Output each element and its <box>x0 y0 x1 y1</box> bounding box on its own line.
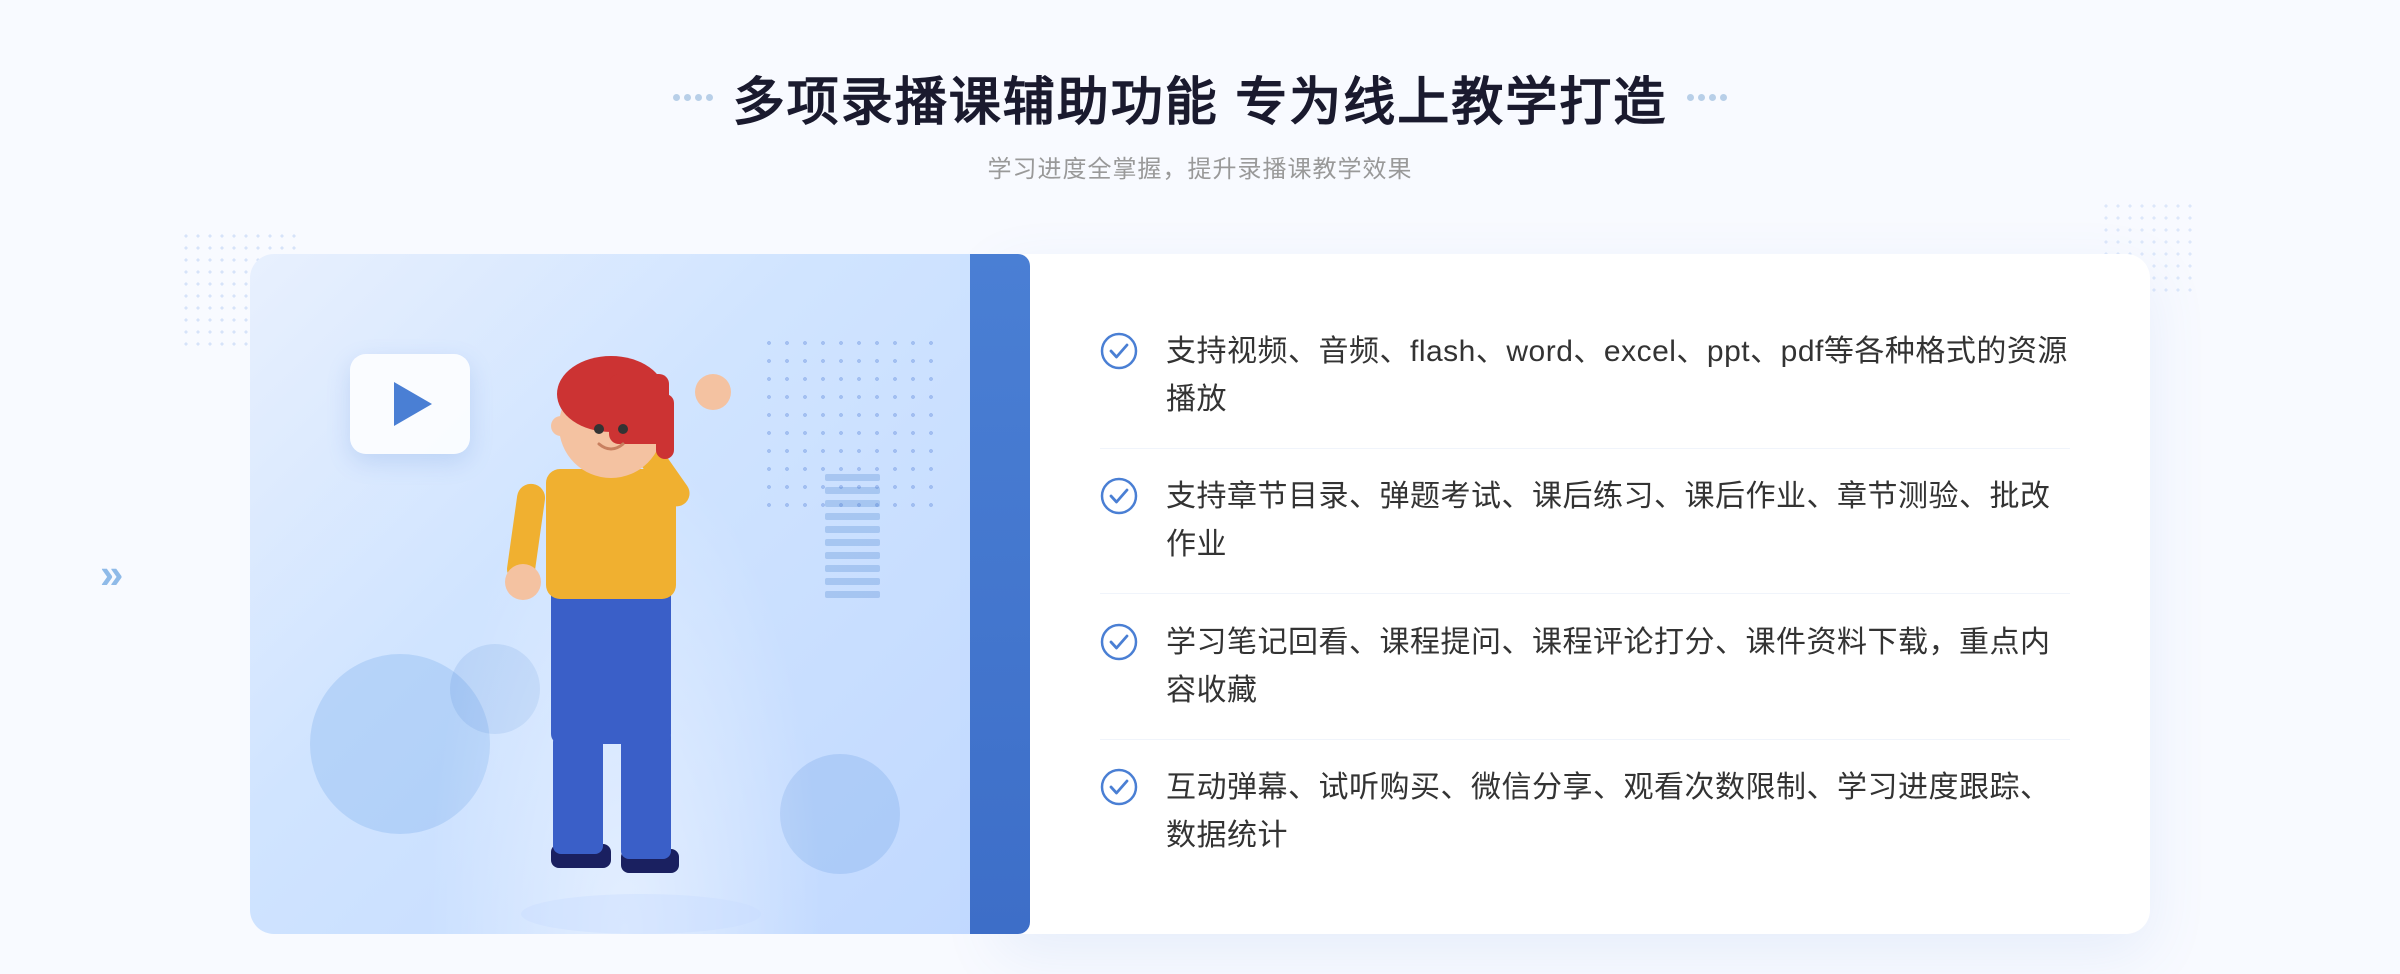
feature-text-2: 支持章节目录、弹题考试、课后练习、课后作业、章节测验、批改作业 <box>1166 473 2070 569</box>
check-circle-icon-4 <box>1100 768 1138 806</box>
feature-item-2: 支持章节目录、弹题考试、课后练习、课后作业、章节测验、批改作业 <box>1100 449 2070 594</box>
title-deco-dots-left <box>673 94 713 101</box>
feature-text-4: 互动弹幕、试听购买、微信分享、观看次数限制、学习进度跟踪、数据统计 <box>1166 764 2070 860</box>
feature-item-1: 支持视频、音频、flash、word、excel、ppt、pdf等各种格式的资源… <box>1100 304 2070 449</box>
page-container: 多项录播课辅助功能 专为线上教学打造 学习进度全掌握，提升录播课教学效果 <box>0 0 2400 974</box>
check-circle-icon-3 <box>1100 623 1138 661</box>
feature-item-4: 互动弹幕、试听购买、微信分享、观看次数限制、学习进度跟踪、数据统计 <box>1100 740 2070 884</box>
dot-1 <box>673 94 680 101</box>
play-icon <box>394 382 432 426</box>
illustration-area <box>250 254 1000 934</box>
feature-text-3: 学习笔记回看、课程提问、课程评论打分、课件资料下载，重点内容收藏 <box>1166 619 2070 715</box>
title-decoration: 多项录播课辅助功能 专为线上教学打造 <box>673 60 1727 135</box>
check-circle-icon-2 <box>1100 477 1138 515</box>
dot-7 <box>1709 94 1716 101</box>
blue-vertical-bar <box>970 254 1030 934</box>
subtitle: 学习进度全掌握，提升录播课教学效果 <box>673 149 1727 184</box>
dot-3 <box>695 94 702 101</box>
figure-container <box>481 354 801 934</box>
chevron-left-decoration <box>100 550 123 598</box>
stripes-block <box>825 474 880 574</box>
title-deco-dots-right <box>1687 94 1727 101</box>
person-svg <box>481 354 801 934</box>
feature-item-3: 学习笔记回看、课程提问、课程评论打分、课件资料下载，重点内容收藏 <box>1100 595 2070 740</box>
content-area: 支持视频、音频、flash、word、excel、ppt、pdf等各种格式的资源… <box>250 254 2150 934</box>
dot-4 <box>706 94 713 101</box>
dot-8 <box>1720 94 1727 101</box>
dot-5 <box>1687 94 1694 101</box>
dot-2 <box>684 94 691 101</box>
title-section: 多项录播课辅助功能 专为线上教学打造 学习进度全掌握，提升录播课教学效果 <box>673 60 1727 184</box>
play-bubble <box>350 354 470 454</box>
feature-text-1: 支持视频、音频、flash、word、excel、ppt、pdf等各种格式的资源… <box>1166 328 2070 424</box>
check-circle-icon-1 <box>1100 332 1138 370</box>
main-title: 多项录播课辅助功能 专为线上教学打造 <box>733 60 1667 135</box>
dot-6 <box>1698 94 1705 101</box>
features-area: 支持视频、音频、flash、word、excel、ppt、pdf等各种格式的资源… <box>1000 254 2150 934</box>
